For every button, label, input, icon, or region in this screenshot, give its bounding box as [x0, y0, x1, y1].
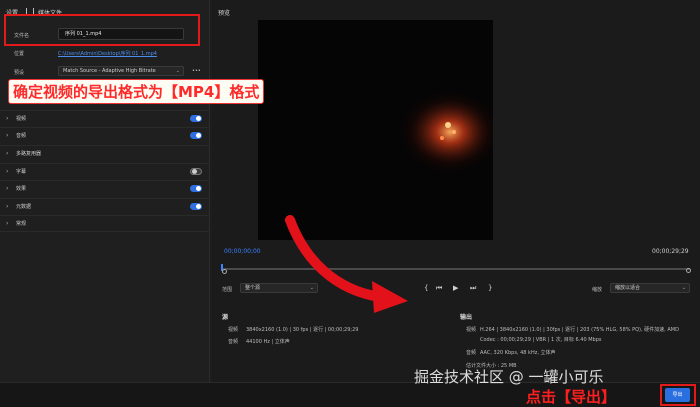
section-captions[interactable]: › 字幕: [0, 163, 210, 180]
output-video-value: H.264 | 3840x2160 (1.0) | 30fps | 逐行 | 2…: [480, 327, 679, 333]
scale-dropdown[interactable]: 缩放以适合 ⌄: [610, 283, 690, 293]
section-effects[interactable]: › 效果: [0, 180, 210, 197]
source-audio-label: 音频: [228, 339, 239, 345]
section-metadata[interactable]: › 元数据: [0, 198, 210, 215]
metadata-toggle[interactable]: [190, 203, 202, 210]
red-arrow: [285, 215, 408, 313]
section-multiplexer[interactable]: › 多路复用器: [0, 145, 210, 162]
captions-toggle[interactable]: [190, 168, 202, 175]
section-audio[interactable]: › 音频: [0, 127, 210, 144]
playhead[interactable]: [222, 269, 227, 274]
chevron-right-icon: ›: [6, 185, 9, 192]
mark-in-button[interactable]: {: [424, 284, 428, 292]
chevron-right-icon: ›: [6, 150, 9, 157]
source-video-label: 视频: [228, 327, 239, 333]
scale-value: 缩放以适合: [615, 285, 641, 291]
output-video-label: 视频: [466, 327, 477, 333]
location-label: 位置: [14, 51, 25, 57]
chevron-right-icon: ›: [6, 203, 9, 210]
chevron-down-icon: ⌄: [175, 68, 180, 74]
video-frame: [395, 87, 505, 177]
output-audio-label: 音频: [466, 350, 477, 356]
preset-value: Match Source - Adaptive High Bitrate: [63, 68, 156, 74]
section-label: 常规: [16, 221, 27, 227]
filename-highlight-box: [4, 14, 200, 46]
location-link[interactable]: C:\Users\Admin\Desktop\序列 01_1.mp4: [58, 50, 157, 57]
more-options-button[interactable]: •••: [192, 68, 201, 74]
timecode-start: 00;00;00;00: [224, 248, 261, 255]
export-highlight-box: [660, 384, 696, 406]
section-label: 多路复用器: [16, 151, 42, 157]
output-video-value-2: Codec : 00;00;29;29 | VBR | 1 次, 目标 6.40…: [480, 337, 602, 343]
step-forward-button[interactable]: ⏭: [470, 284, 476, 293]
range-label: 范围: [222, 287, 233, 293]
format-callout: 确定视频的导出格式为【MP4】格式: [8, 79, 265, 104]
source-video-value: 3840x2160 (1.0) | 30 fps | 逐行 | 00;00;29…: [246, 327, 359, 333]
chevron-down-icon: ⌄: [681, 285, 686, 291]
section-label: 字幕: [16, 169, 27, 175]
section-general[interactable]: › 常规: [0, 215, 210, 232]
preview-title: 预览: [218, 10, 231, 17]
chevron-right-icon: ›: [6, 168, 9, 175]
step-back-button[interactable]: ⏮: [436, 284, 442, 293]
timecode-end: 00;00;29;29: [652, 248, 689, 255]
section-label: 音频: [16, 133, 27, 139]
watermark: 掘金技术社区 @ 一罐小可乐: [414, 368, 604, 386]
source-audio-value: 44100 Hz | 立体声: [246, 339, 290, 345]
source-title: 源: [222, 314, 229, 321]
preset-label: 预设: [14, 70, 25, 76]
play-button[interactable]: ▶: [453, 284, 458, 292]
preset-dropdown[interactable]: Match Source - Adaptive High Bitrate ⌄: [58, 66, 184, 76]
section-video[interactable]: › 视频: [0, 110, 210, 127]
mark-out-button[interactable]: }: [488, 284, 492, 292]
scale-label: 缩放: [592, 287, 603, 293]
section-label: 视频: [16, 116, 27, 122]
chevron-right-icon: ›: [6, 115, 9, 122]
chevron-right-icon: ›: [6, 132, 9, 139]
out-point-marker[interactable]: [686, 268, 691, 273]
effects-toggle[interactable]: [190, 185, 202, 192]
audio-toggle[interactable]: [190, 132, 202, 139]
section-label: 效果: [16, 186, 27, 192]
export-settings-panel: 设置 媒体文件 文件名 序列 01_1.mp4 位置 C:\Users\Admi…: [0, 0, 210, 382]
output-title: 输出: [460, 314, 473, 321]
section-label: 元数据: [16, 204, 32, 210]
chevron-right-icon: ›: [6, 220, 9, 227]
video-toggle[interactable]: [190, 115, 202, 122]
export-callout: 点击【导出】: [526, 388, 617, 406]
range-value: 整个源: [245, 285, 261, 291]
video-preview: [258, 20, 505, 240]
output-audio-value: AAC, 320 Kbps, 48 kHz, 立体声: [480, 350, 556, 356]
